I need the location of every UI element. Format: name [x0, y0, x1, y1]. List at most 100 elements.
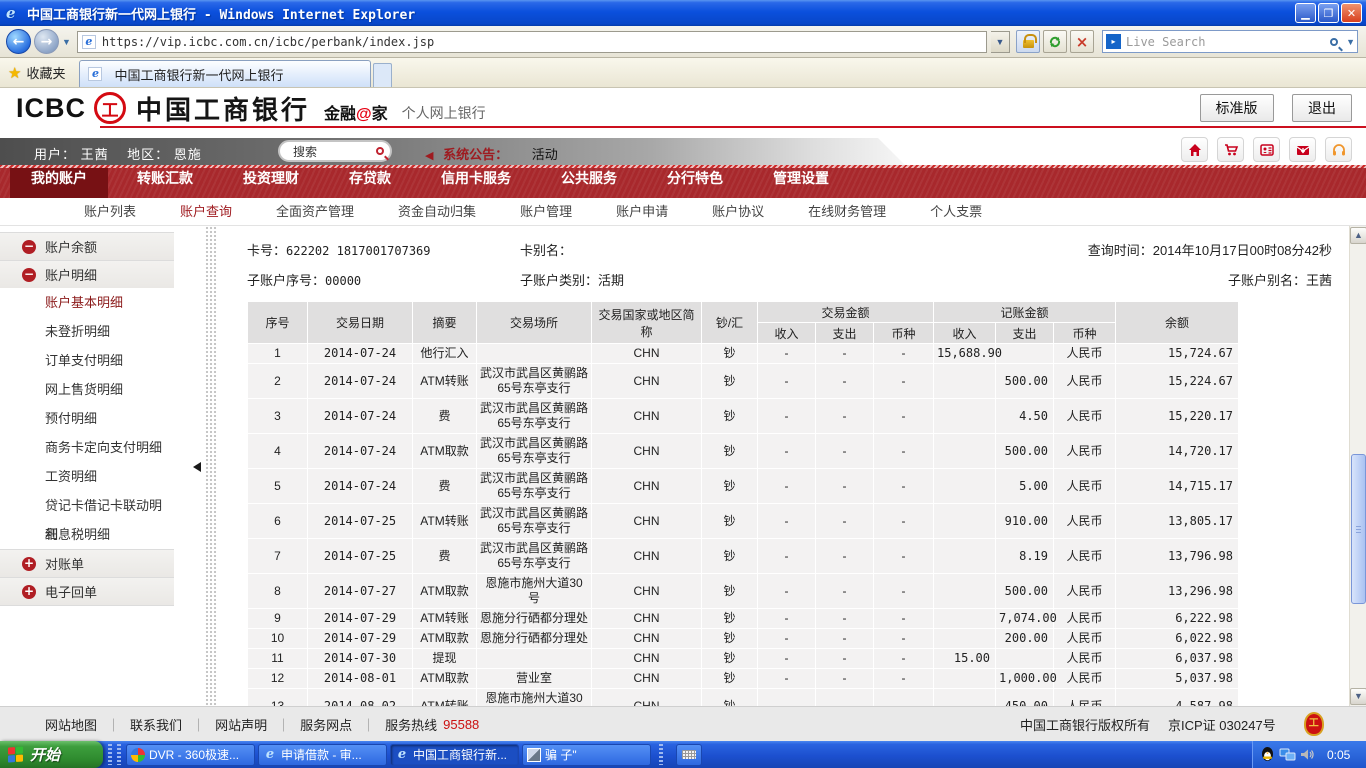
quick-launch-handle[interactable]	[108, 744, 112, 765]
taskbar-task[interactable]: 骗 子"	[522, 744, 651, 766]
footer-link[interactable]: 网站声明	[215, 715, 267, 734]
nav-item[interactable]: 信用卡服务	[420, 168, 532, 198]
sidebar-child-item[interactable]: 预付明细	[0, 404, 174, 433]
expand-icon[interactable]: +	[22, 557, 36, 571]
restore-button[interactable]: ❐	[1318, 3, 1339, 23]
collapse-sidebar-icon[interactable]	[193, 462, 201, 472]
sidebar-child-item[interactable]: 工资明细	[0, 462, 174, 491]
site-search-input[interactable]: 搜索	[278, 140, 392, 162]
back-button[interactable]: ←	[6, 29, 31, 54]
table-cell: 15.00	[934, 649, 996, 669]
stop-button[interactable]: ×	[1070, 30, 1094, 53]
subnav-item[interactable]: 在线财务管理	[808, 198, 886, 225]
expand-icon[interactable]: +	[22, 585, 36, 599]
sidebar-child-item[interactable]: 贷记卡借记卡联动明细	[0, 491, 174, 520]
table-cell: -	[758, 469, 816, 504]
toolbar-handle[interactable]	[659, 744, 663, 765]
footer-link[interactable]: 联系我们	[130, 715, 182, 734]
sidebar-group-item[interactable]: −账户明细	[0, 260, 174, 289]
table-cell: 14,715.17	[1116, 469, 1239, 504]
logout-button[interactable]: 退出	[1292, 94, 1352, 122]
home-icon[interactable]	[1181, 137, 1208, 162]
scroll-down-icon[interactable]: ▼	[1350, 688, 1366, 705]
table-cell	[934, 469, 996, 504]
pinwheel-icon	[131, 748, 145, 762]
new-tab-button[interactable]	[373, 63, 392, 87]
nav-item[interactable]: 投资理财	[222, 168, 320, 198]
table-cell: 13,296.98	[1116, 574, 1239, 609]
subnav-item[interactable]: 全面资产管理	[276, 198, 354, 225]
task-area-handle[interactable]	[117, 744, 121, 765]
sidebar-child-item[interactable]: 订单支付明细	[0, 346, 174, 375]
subnav-item[interactable]: 账户协议	[712, 198, 764, 225]
table-row: 52014-07-24费武汉市武昌区黄鹂路65号东亭支行CHN钞---5.00人…	[248, 469, 1239, 504]
qq-icon[interactable]	[1259, 746, 1276, 763]
subnav-item[interactable]: 资金自动归集	[398, 198, 476, 225]
table-cell	[934, 574, 996, 609]
table-row: 42014-07-24ATM取款武汉市武昌区黄鹂路65号东亭支行CHN钞---5…	[248, 434, 1239, 469]
footer-link[interactable]: 服务网点	[300, 715, 352, 734]
search-magnifier-icon[interactable]	[1330, 38, 1338, 46]
table-cell: 人民币	[1054, 399, 1116, 434]
table-cell: 12	[248, 669, 308, 689]
url-field[interactable]: e https://vip.icbc.com.cn/icbc/perbank/i…	[77, 31, 987, 53]
sidebar-group-item[interactable]: +对账单	[0, 549, 174, 578]
tab-active[interactable]: e 中国工商银行新一代网上银行	[79, 60, 371, 87]
subnav-item[interactable]: 账户申请	[616, 198, 668, 225]
table-cell: -	[758, 539, 816, 574]
sidebar-group-item[interactable]: −账户余额	[0, 232, 174, 261]
url-dropdown-icon[interactable]: ▼	[991, 31, 1010, 53]
nav-item[interactable]: 存贷款	[328, 168, 412, 198]
live-search-box[interactable]: ▸ Live Search ▼	[1102, 30, 1358, 53]
search-dropdown-icon[interactable]: ▼	[1346, 37, 1355, 47]
mail-icon[interactable]	[1289, 137, 1316, 162]
nav-item[interactable]: 转账汇款	[116, 168, 214, 198]
taskbar-task[interactable]: e中国工商银行新...	[390, 744, 519, 766]
collapse-icon[interactable]: −	[22, 268, 36, 282]
favorites-button[interactable]: ★ 收藏夹	[8, 58, 79, 87]
nav-item[interactable]: 管理设置	[752, 168, 850, 198]
network-icon[interactable]	[1279, 746, 1296, 763]
sidebar-group-item[interactable]: +电子回单	[0, 577, 174, 606]
volume-icon[interactable]	[1299, 746, 1316, 763]
site-search-icon[interactable]	[376, 147, 384, 155]
table-cell: 钞	[702, 689, 758, 707]
lock-icon[interactable]	[1016, 30, 1040, 53]
table-cell: 6,037.98	[1116, 649, 1239, 669]
table-cell: -	[758, 689, 816, 707]
sidebar-child-item[interactable]: 商务卡定向支付明细	[0, 433, 174, 462]
refresh-button[interactable]	[1043, 30, 1067, 53]
nav-item[interactable]: 我的账户	[10, 168, 108, 198]
taskbar-task[interactable]: e申请借款 - 审...	[258, 744, 387, 766]
subnav-item[interactable]: 个人支票	[930, 198, 982, 225]
close-button[interactable]: ✕	[1341, 3, 1362, 23]
col-date: 交易日期	[308, 302, 413, 344]
standard-version-button[interactable]: 标准版	[1200, 94, 1274, 122]
table-cell	[934, 399, 996, 434]
table-cell: 钞	[702, 364, 758, 399]
sidebar-child-item[interactable]: 账户基本明细	[0, 288, 174, 317]
announcement-link[interactable]: 活动	[532, 147, 558, 162]
minimize-button[interactable]: ▁	[1295, 3, 1316, 23]
sidebar-child-item[interactable]: 网上售货明细	[0, 375, 174, 404]
forward-button[interactable]: →	[34, 29, 59, 54]
subnav-item[interactable]: 账户管理	[520, 198, 572, 225]
nav-item[interactable]: 公共服务	[540, 168, 638, 198]
scrollbar-thumb[interactable]	[1351, 454, 1366, 604]
taskbar-task[interactable]: DVR - 360极速...	[126, 744, 255, 766]
start-button[interactable]: 开始	[0, 741, 103, 768]
subnav-item[interactable]: 账户查询	[180, 198, 232, 225]
nav-item[interactable]: 分行特色	[646, 168, 744, 198]
sidebar-child-item[interactable]: 利息税明细	[0, 520, 174, 549]
scroll-up-icon[interactable]: ▲	[1350, 227, 1366, 244]
collapse-icon[interactable]: −	[22, 240, 36, 254]
sidebar-child-item[interactable]: 未登折明细	[0, 317, 174, 346]
footer-link[interactable]: 网站地图	[45, 715, 97, 734]
cart-icon[interactable]	[1217, 137, 1244, 162]
contacts-icon[interactable]	[1253, 137, 1280, 162]
keyboard-icon[interactable]	[676, 744, 702, 766]
subnav-item[interactable]: 账户列表	[84, 198, 136, 225]
history-dropdown-icon[interactable]: ▼	[62, 37, 71, 47]
content-scrollbar[interactable]: ▲ ▼	[1349, 226, 1366, 706]
headset-icon[interactable]	[1325, 137, 1352, 162]
